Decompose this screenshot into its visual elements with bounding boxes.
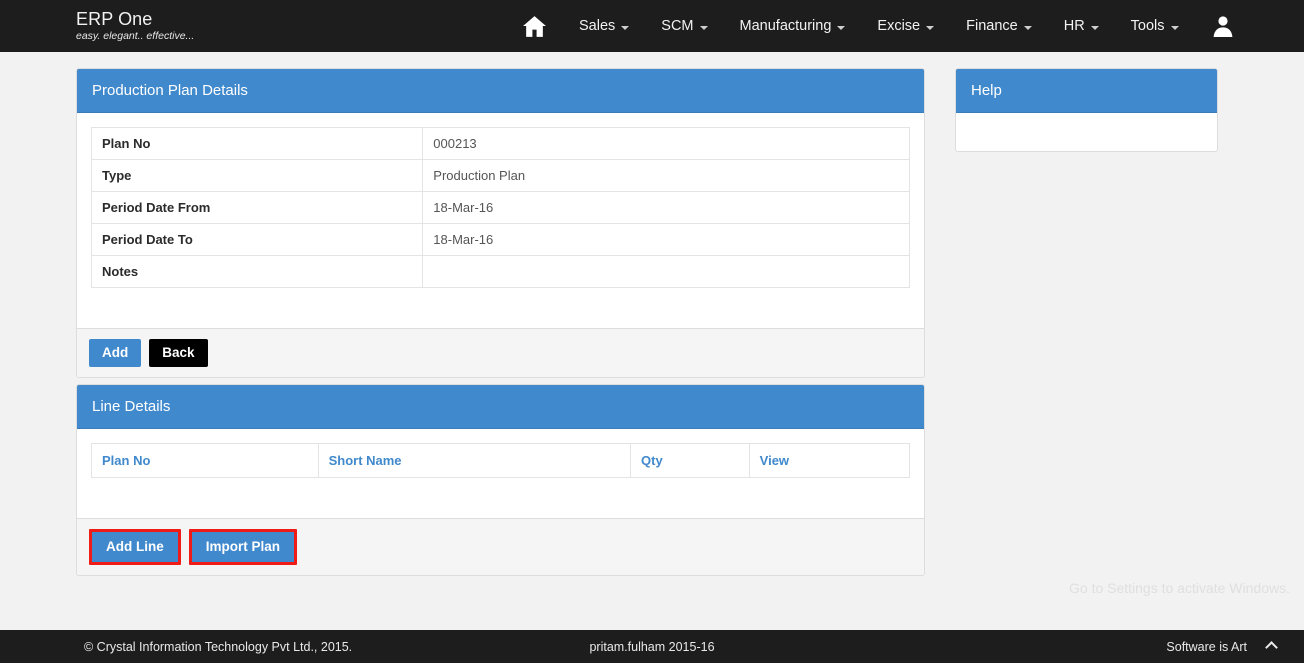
top-navbar: ERP One easy. elegant.. effective... Sal… (0, 0, 1304, 52)
nav-item-user-account[interactable] (1195, 0, 1251, 52)
row-label: Notes (90, 255, 424, 288)
nav-label: Sales (579, 18, 616, 34)
panel-footer: Add Line Import Plan (77, 518, 924, 575)
import-plan-highlight-box: Import Plan (188, 529, 298, 565)
panel-heading: Help (956, 69, 1217, 113)
nav-item-manufacturing[interactable]: Manufacturing (724, 0, 862, 52)
nav-item-scm[interactable]: SCM (645, 0, 723, 52)
row-value: Production Plan (422, 159, 910, 192)
panel-heading: Line Details (77, 385, 924, 429)
column-header-plan-no[interactable]: Plan No (91, 443, 319, 478)
panel-footer: Add Back (77, 328, 924, 377)
home-icon (522, 15, 547, 38)
row-value (422, 255, 910, 288)
table-row: Notes (90, 255, 910, 288)
production-plan-details-panel: Production Plan Details Plan No 000213 T… (76, 68, 925, 378)
line-details-table: Plan No Short Name Qty View (91, 443, 911, 478)
column-header-qty[interactable]: Qty (630, 443, 750, 478)
chevron-down-icon (1090, 25, 1099, 30)
nav-label: Excise (877, 18, 921, 34)
add-line-highlight-box: Add Line (89, 529, 181, 565)
panel-body: Plan No 000213 Type Production Plan Peri… (77, 113, 924, 328)
add-line-button[interactable]: Add Line (92, 532, 178, 562)
chevron-down-icon (837, 25, 846, 30)
help-panel-body (956, 113, 1217, 151)
nav-item-hr[interactable]: HR (1048, 0, 1115, 52)
table-row: Period Date To 18-Mar-16 (90, 223, 910, 256)
nav-item-sales[interactable]: Sales (563, 0, 645, 52)
brand-tagline: easy. elegant.. effective... (76, 29, 195, 42)
nav-item-excise[interactable]: Excise (861, 0, 950, 52)
column-header-short-name[interactable]: Short Name (317, 443, 632, 478)
line-details-panel: Line Details Plan No Short Name Qty View… (76, 384, 925, 576)
row-label: Period Date To (90, 223, 424, 256)
user-avatar-icon (1211, 14, 1235, 38)
table-row: Period Date From 18-Mar-16 (90, 191, 910, 224)
panel-body: Plan No Short Name Qty View (77, 429, 924, 518)
chevron-down-icon (926, 25, 935, 30)
row-value: 18-Mar-16 (422, 223, 910, 256)
panel-heading: Production Plan Details (77, 69, 924, 113)
page-content: Production Plan Details Plan No 000213 T… (0, 52, 1304, 630)
line-panel-title: Line Details (92, 398, 171, 415)
plan-details-table: Plan No 000213 Type Production Plan Peri… (90, 127, 910, 288)
row-value: 18-Mar-16 (422, 191, 910, 224)
add-button[interactable]: Add (89, 339, 142, 367)
table-header-row: Plan No Short Name Qty View (91, 443, 911, 478)
chevron-down-icon (621, 25, 630, 30)
chevron-up-icon[interactable] (1265, 641, 1278, 654)
brand[interactable]: ERP One easy. elegant.. effective... (76, 10, 506, 42)
nav-label: Finance (966, 18, 1018, 34)
page-footer: © Crystal Information Technology Pvt Ltd… (0, 630, 1304, 663)
nav-label: SCM (661, 18, 694, 34)
import-plan-button[interactable]: Import Plan (191, 532, 295, 562)
help-panel: Help (955, 68, 1218, 152)
nav-item-home[interactable] (506, 0, 563, 52)
footer-tagline: Software is Art (1166, 639, 1247, 654)
table-row: Plan No 000213 (90, 127, 910, 160)
footer-right-group: Software is Art (1166, 639, 1278, 654)
chevron-down-icon (1170, 25, 1179, 30)
footer-username: pritam.fulham 2015-16 (589, 639, 715, 654)
table-empty-area (91, 478, 910, 504)
row-label: Type (90, 159, 424, 192)
chevron-down-icon (699, 25, 708, 30)
windows-activation-watermark: Go to Settings to activate Windows. (1069, 580, 1290, 596)
row-value: 000213 (422, 127, 910, 160)
nav-label: HR (1063, 18, 1085, 34)
nav-menu: Sales SCM Manufacturing Excise Finance H… (506, 0, 1251, 52)
row-label: Period Date From (90, 191, 424, 224)
chevron-down-icon (1023, 25, 1032, 30)
help-panel-title: Help (971, 82, 1002, 99)
nav-label: Tools (1130, 18, 1165, 34)
nav-item-tools[interactable]: Tools (1115, 0, 1195, 52)
table-row: Type Production Plan (90, 159, 910, 192)
row-label: Plan No (90, 127, 424, 160)
column-header-view[interactable]: View (748, 443, 911, 478)
nav-item-finance[interactable]: Finance (950, 0, 1048, 52)
brand-title: ERP One (76, 9, 153, 30)
nav-label: Manufacturing (739, 18, 832, 34)
back-button[interactable]: Back (149, 339, 208, 367)
panel-title: Production Plan Details (92, 82, 248, 99)
